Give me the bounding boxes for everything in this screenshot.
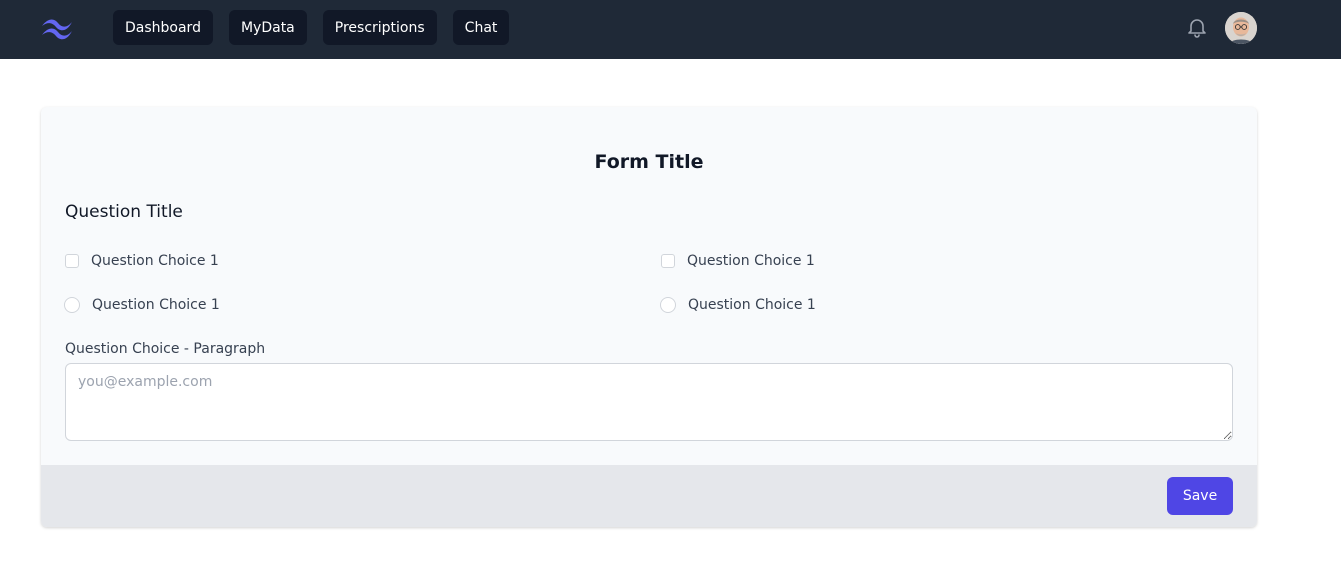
paragraph-textarea[interactable] [65, 363, 1233, 441]
radio-button[interactable] [660, 297, 676, 313]
nav-links: Dashboard MyData Prescriptions Chat [113, 10, 510, 45]
nav-link-chat[interactable]: Chat [452, 10, 510, 45]
form-footer: Save [41, 465, 1257, 527]
nav-link-prescriptions[interactable]: Prescriptions [322, 10, 437, 45]
bell-icon[interactable] [1185, 15, 1209, 39]
choice-label: Question Choice 1 [92, 297, 220, 313]
paragraph-label: Question Choice - Paragraph [65, 341, 266, 357]
top-navbar: Dashboard MyData Prescriptions Chat [0, 0, 1341, 59]
radio-button[interactable] [64, 297, 80, 313]
form-title: Form Title [594, 151, 704, 173]
checkbox-choice-1[interactable]: Question Choice 1 [65, 253, 219, 269]
choice-label: Question Choice 1 [688, 297, 816, 313]
checkbox-choice-2[interactable]: Question Choice 1 [661, 253, 815, 269]
user-avatar[interactable] [1225, 12, 1257, 44]
radio-choice-1[interactable]: Question Choice 1 [64, 297, 220, 313]
save-button[interactable]: Save [1167, 477, 1233, 515]
form-card: Form Title Question Title Question Choic… [41, 107, 1257, 527]
nav-link-mydata[interactable]: MyData [228, 10, 307, 45]
choice-label: Question Choice 1 [91, 253, 219, 269]
tailwind-logo-icon[interactable] [40, 15, 74, 41]
nav-link-dashboard[interactable]: Dashboard [113, 10, 213, 45]
question-title: Question Title [65, 202, 183, 222]
avatar-image-icon [1225, 12, 1257, 44]
choice-label: Question Choice 1 [687, 253, 815, 269]
checkbox[interactable] [65, 254, 79, 268]
checkbox[interactable] [661, 254, 675, 268]
radio-choice-2[interactable]: Question Choice 1 [660, 297, 816, 313]
